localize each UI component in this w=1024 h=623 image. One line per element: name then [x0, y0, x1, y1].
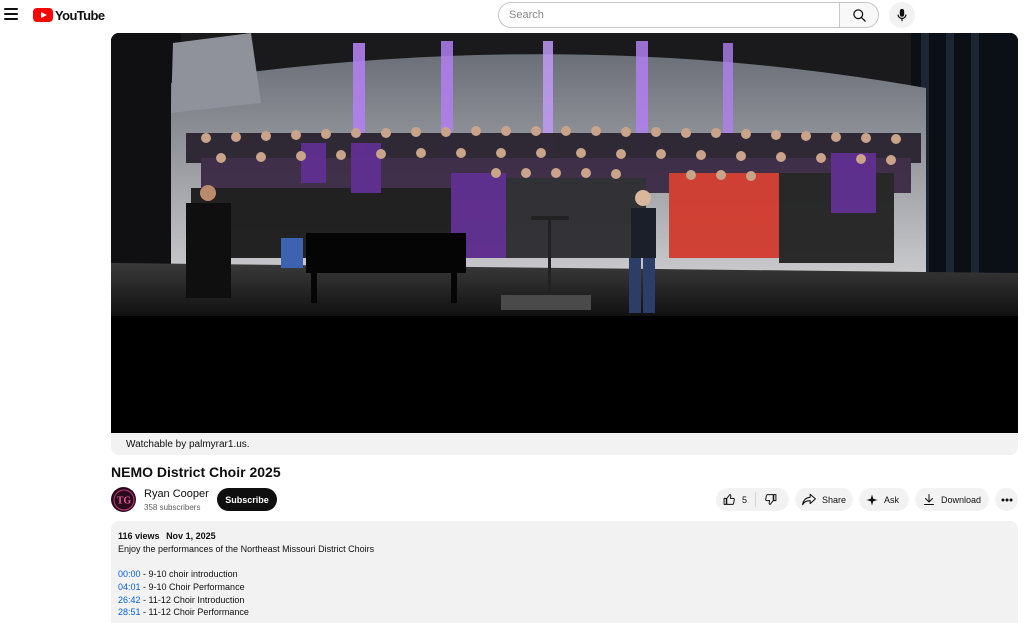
video-meta: 116 views Nov 1, 2025 [118, 530, 1011, 543]
chapter-label: - 9-10 choir introduction [140, 569, 238, 580]
download-icon [924, 494, 934, 505]
more-horizontal-icon [1001, 498, 1012, 501]
logo-text: YouTube [55, 7, 105, 23]
chapter-timestamp[interactable]: 00:00 [118, 569, 141, 579]
download-label: Download [941, 494, 982, 505]
video-player[interactable] [111, 33, 1018, 433]
search-button[interactable] [839, 2, 879, 28]
search-icon [852, 8, 866, 22]
channel-avatar[interactable]: TG [111, 487, 136, 512]
share-label: Share [822, 494, 847, 505]
chapter-item: 28:51 - 11-12 Choir Performance [118, 606, 1011, 619]
visibility-notice: Watchable by palmyrar1.us. [111, 433, 1018, 455]
description-box[interactable]: 116 views Nov 1, 2025 Enjoy the performa… [111, 521, 1018, 623]
view-count: 116 views [118, 531, 160, 541]
voice-search-button[interactable] [889, 2, 915, 28]
chapter-timestamp[interactable]: 04:01 [118, 582, 141, 592]
chapter-item: 04:01 - 9-10 Choir Performance [118, 581, 1011, 594]
thumbs-up-icon [723, 494, 735, 505]
avatar-initials: TG [116, 495, 131, 506]
hamburger-menu-icon[interactable] [4, 8, 18, 20]
share-button[interactable]: Share [795, 488, 853, 511]
chapter-timestamp[interactable]: 28:51 [118, 607, 141, 617]
like-dislike-group: 5 [716, 488, 789, 511]
chapter-item: 00:00 - 9-10 choir introduction [118, 568, 1011, 581]
search-input[interactable] [498, 2, 839, 28]
youtube-play-icon [33, 8, 53, 22]
upload-date: Nov 1, 2025 [166, 531, 216, 541]
youtube-logo[interactable]: YouTube [33, 7, 105, 23]
sparkle-icon [866, 494, 878, 505]
channel-name[interactable]: Ryan Cooper [144, 488, 209, 500]
thumbs-down-icon [765, 494, 777, 505]
microphone-icon [897, 8, 907, 22]
subscriber-count: 358 subscribers [144, 503, 201, 512]
video-frame [111, 33, 1018, 316]
chapter-item: 26:42 - 11-12 Choir Introduction [118, 594, 1011, 607]
dislike-button[interactable] [756, 488, 777, 511]
avatar-logo-icon: TG [113, 489, 134, 510]
more-actions-button[interactable] [995, 488, 1018, 511]
top-bar: YouTube [0, 0, 1024, 32]
subscribe-button[interactable]: Subscribe [217, 488, 277, 511]
chapter-timestamp[interactable]: 26:42 [118, 595, 141, 605]
like-button[interactable]: 5 [716, 492, 756, 507]
description-text: Enjoy the performances of the Northeast … [118, 543, 375, 554]
video-title: NEMO District Choir 2025 [111, 464, 281, 480]
like-count: 5 [742, 494, 748, 505]
ask-label: Ask [884, 494, 900, 505]
download-button[interactable]: Download [915, 488, 989, 511]
ask-button[interactable]: Ask [859, 488, 909, 511]
search-bar [498, 2, 879, 28]
chapter-label: - 9-10 Choir Performance [140, 581, 245, 592]
share-icon [802, 493, 816, 506]
chapter-label: - 11-12 Choir Performance [140, 607, 249, 618]
chapter-label: - 11-12 Choir Introduction [140, 594, 245, 605]
